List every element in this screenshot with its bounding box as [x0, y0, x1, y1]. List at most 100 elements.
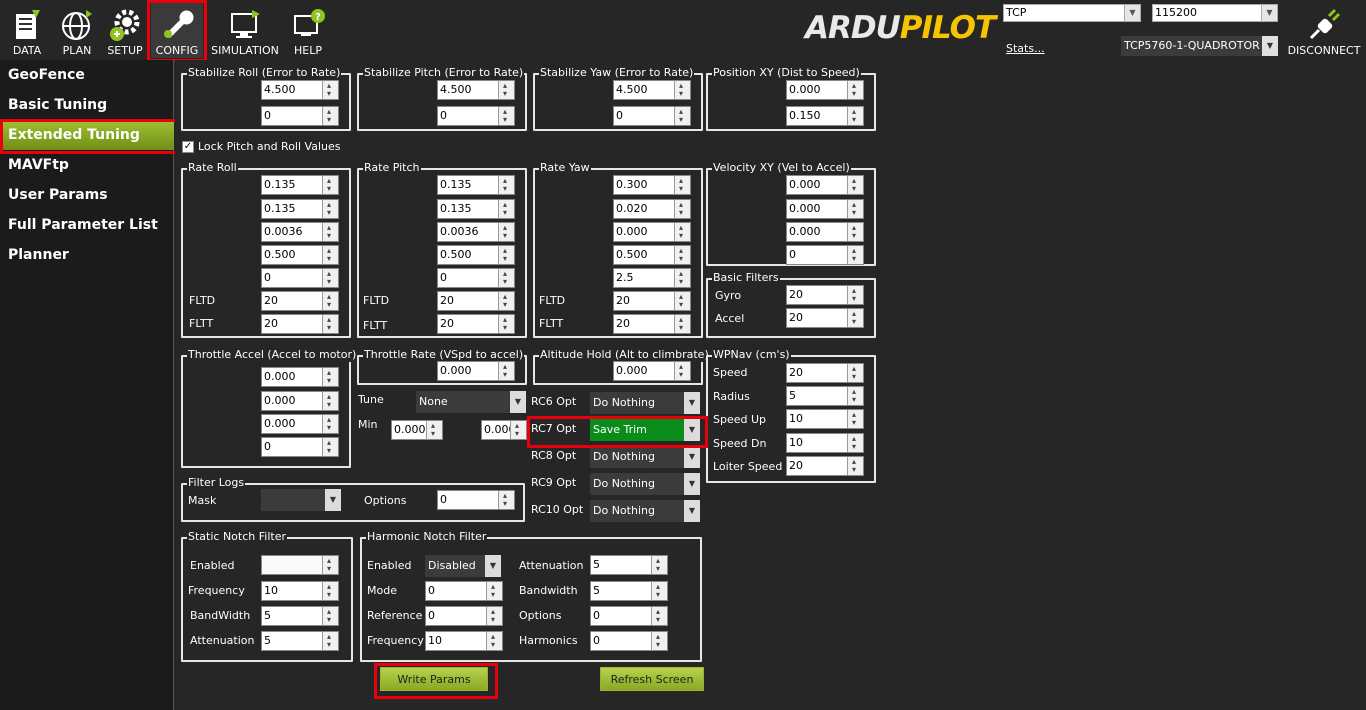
connection-type-select[interactable]: TCP ▼ [1003, 4, 1141, 22]
thr-accel-imax-input[interactable]: 0 [261, 434, 339, 460]
gear-icon [110, 9, 140, 41]
wpnav-speed-dn-input[interactable]: 10 [786, 430, 864, 456]
rate-roll-ff-input[interactable]: 0 [261, 265, 339, 291]
rate-yaw-p-input[interactable]: 0.300 [613, 172, 691, 198]
rate-pitch-fltd-input[interactable]: 20 [437, 288, 515, 314]
rate-roll-d-input[interactable]: 0.0036 [261, 219, 339, 245]
throttle-rate-p-input[interactable]: 0.000 [437, 358, 515, 384]
thr-accel-d-input[interactable]: 0.000 [261, 411, 339, 437]
menu-config-button[interactable]: CONFIG [151, 2, 203, 58]
stab-yaw-p-input[interactable]: 4.500 [613, 77, 691, 103]
refresh-screen-button[interactable]: Refresh Screen [600, 667, 704, 691]
rate-pitch-imax-input[interactable]: 0.500 [437, 242, 515, 268]
harmonic-frequency-input[interactable]: 10 [425, 628, 503, 654]
rc9-opt-select[interactable]: Do Nothing ▼ [590, 473, 700, 495]
wrench-icon [164, 10, 194, 39]
menu-simulation-button[interactable]: SIMULATION [208, 2, 282, 58]
accel-label: Accel [715, 312, 745, 325]
rate-yaw-imax-input[interactable]: 0.500 [613, 242, 691, 268]
menu-plan-label: PLAN [62, 44, 92, 57]
rate-pitch-i-input[interactable]: 0.135 [437, 196, 515, 222]
accel-filter-input[interactable]: 20 [786, 305, 864, 331]
gyro-filter-input[interactable]: 20 [786, 282, 864, 308]
rc6-opt-select[interactable]: Do Nothing ▼ [590, 392, 700, 414]
rate-yaw-fltd-input[interactable]: 20 [613, 288, 691, 314]
wpnav-speed-input[interactable]: 20 [786, 360, 864, 386]
harmonic-bandwidth-input[interactable]: 5 [590, 578, 668, 604]
sidebar-item-extended-tuning[interactable]: Extended Tuning [0, 120, 174, 150]
tune-min-input[interactable]: 0.000 [391, 417, 443, 443]
position-xy-group: Position XY (Dist to Speed) 0.000 0.150 [706, 66, 876, 131]
harmonic-enabled-select[interactable]: Disabled ▼ [425, 555, 501, 577]
rate-yaw-i-input[interactable]: 0.020 [613, 196, 691, 222]
vel-xy-d-input[interactable]: 0.000 [786, 219, 864, 245]
sidebar-item-full-parameter-list[interactable]: Full Parameter List [0, 210, 174, 240]
rate-yaw-d-input[interactable]: 0.000 [613, 219, 691, 245]
rate-yaw-fltt-input[interactable]: 20 [613, 311, 691, 337]
wpnav-speed-up-input[interactable]: 10 [786, 406, 864, 432]
harmonic-mode-input[interactable]: 0 [425, 578, 503, 604]
menu-plan-button[interactable]: PLAN [54, 2, 100, 58]
tune-max-input[interactable]: 0.000 [481, 420, 527, 440]
thr-accel-p-input[interactable]: 0.000 [261, 364, 339, 390]
wpnav-radius-input[interactable]: 5 [786, 383, 864, 409]
filter-logs-options-input[interactable]: 0 [437, 487, 515, 513]
rate-roll-imax-input[interactable]: 0.500 [261, 242, 339, 268]
stab-pitch-i-input[interactable]: 0 [437, 103, 515, 129]
group-title: Throttle Rate (VSpd to accel) [363, 348, 525, 362]
rate-roll-group: Rate Roll 0.135 0.135 0.0036 0.500 0 FLT… [181, 161, 351, 338]
sidebar-item-mavftp[interactable]: MAVFtp [0, 150, 174, 180]
lock-pitch-roll-checkbox[interactable]: ✓ [182, 141, 194, 153]
menu-data-label: DATA [12, 44, 42, 57]
rate-yaw-ff-input[interactable]: 2.5 [613, 265, 691, 291]
harmonic-reference-input[interactable]: 0 [425, 603, 503, 629]
rate-roll-fltd-input[interactable]: 20 [261, 288, 339, 314]
rc7-opt-select[interactable]: Save Trim ▼ [590, 419, 700, 441]
thr-accel-i-input[interactable]: 0.000 [261, 388, 339, 414]
rate-pitch-fltt-input[interactable]: 20 [437, 311, 515, 337]
menu-help-button[interactable]: ? HELP [286, 2, 330, 58]
pos-xy-p-input[interactable]: 0.000 [786, 77, 864, 103]
wpnav-speed-label: Speed [713, 366, 748, 379]
disconnect-button[interactable]: DISCONNECT [1286, 2, 1362, 58]
static-enabled-select[interactable] [261, 552, 339, 578]
static-frequency-input[interactable]: 10 [261, 578, 339, 604]
static-attenuation-input[interactable]: 5 [261, 628, 339, 654]
baud-rate-select[interactable]: 115200 ▼ [1152, 4, 1278, 22]
stats-link[interactable]: Stats... [1006, 42, 1045, 56]
altitude-hold-p-input[interactable]: 0.000 [613, 358, 691, 384]
vel-xy-i-input[interactable]: 0.000 [786, 196, 864, 222]
vel-xy-imax-input[interactable]: 0 [786, 242, 864, 268]
write-params-button[interactable]: Write Params [380, 667, 488, 691]
menu-setup-button[interactable]: SETUP [103, 2, 147, 58]
device-select[interactable]: TCP5760-1-QUADROTOR ▼ [1121, 36, 1278, 56]
sidebar-item-geofence[interactable]: GeoFence [0, 60, 174, 90]
stab-yaw-i-input[interactable]: 0 [613, 103, 691, 129]
tune-select[interactable]: None ▼ [416, 391, 526, 413]
fltd-label: FLTD [539, 294, 566, 307]
rate-pitch-ff-input[interactable]: 0 [437, 265, 515, 291]
rate-roll-i-input[interactable]: 0.135 [261, 196, 339, 222]
wpnav-loiter-speed-input[interactable]: 20 [786, 453, 864, 479]
harmonic-attenuation-input[interactable]: 5 [590, 552, 668, 578]
menu-data-button[interactable]: DATA [4, 2, 50, 58]
sidebar-item-basic-tuning[interactable]: Basic Tuning [0, 90, 174, 120]
stab-roll-i-input[interactable]: 0 [261, 103, 339, 129]
rc8-opt-select[interactable]: Do Nothing ▼ [590, 446, 700, 468]
rate-pitch-p-input[interactable]: 0.135 [437, 172, 515, 198]
vel-xy-p-input[interactable]: 0.000 [786, 172, 864, 198]
harmonic-options-input[interactable]: 0 [590, 603, 668, 629]
sidebar-item-planner[interactable]: Planner [0, 240, 174, 270]
harmonic-harmonics-input[interactable]: 0 [590, 628, 668, 654]
stab-pitch-p-input[interactable]: 4.500 [437, 77, 515, 103]
basic-filters-group: Basic Filters Gyro 20 Accel 20 [706, 271, 876, 338]
stab-roll-p-input[interactable]: 4.500 [261, 77, 339, 103]
pos-xy-i-input[interactable]: 0.150 [786, 103, 864, 129]
static-bandwidth-input[interactable]: 5 [261, 603, 339, 629]
rate-roll-fltt-input[interactable]: 20 [261, 311, 339, 337]
rate-pitch-d-input[interactable]: 0.0036 [437, 219, 515, 245]
mask-select[interactable]: ▼ [261, 489, 341, 511]
rate-roll-p-input[interactable]: 0.135 [261, 172, 339, 198]
rc10-opt-select[interactable]: Do Nothing ▼ [590, 500, 700, 522]
sidebar-item-user-params[interactable]: User Params [0, 180, 174, 210]
